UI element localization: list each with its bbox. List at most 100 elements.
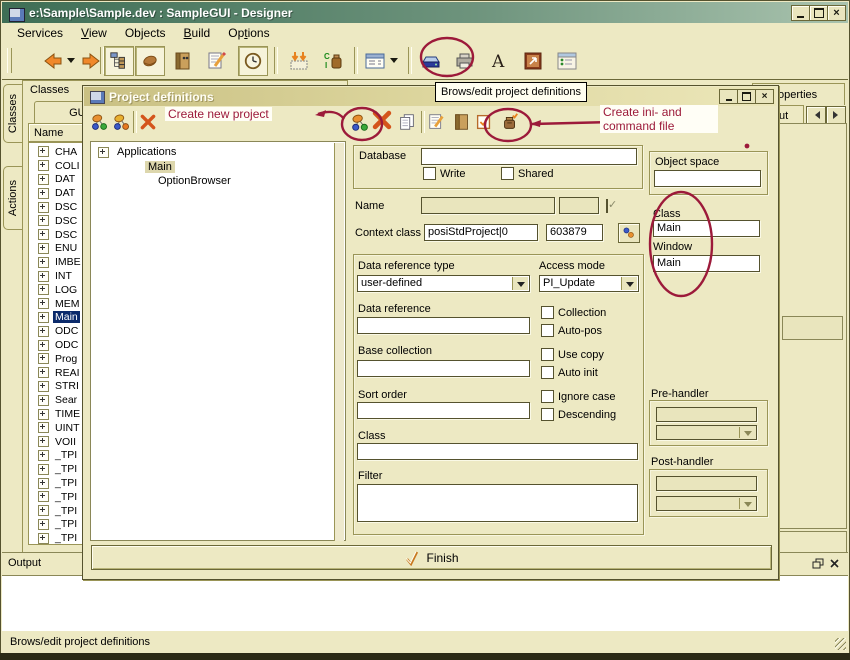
context-class-id-input[interactable]: 603879 (546, 224, 603, 241)
expand-icon[interactable] (38, 202, 49, 213)
image-viewer-button[interactable] (520, 48, 546, 74)
expand-icon[interactable] (38, 271, 49, 282)
expand-icon[interactable] (38, 505, 49, 516)
tree-link-button[interactable] (111, 111, 133, 133)
project-tree-row[interactable]: Applications (91, 145, 345, 160)
class-input[interactable] (357, 443, 638, 460)
edit-button[interactable] (204, 48, 230, 74)
shared-checkbox[interactable]: Shared (501, 167, 553, 180)
font-button[interactable]: A (486, 48, 512, 74)
expand-icon[interactable] (38, 188, 49, 199)
project-definitions-button[interactable] (418, 48, 444, 74)
eraser-button[interactable] (135, 46, 165, 76)
menu-item[interactable]: Services (8, 24, 72, 42)
expand-icon[interactable] (38, 367, 49, 378)
output-float-button[interactable] (810, 556, 825, 571)
book-button[interactable] (170, 48, 196, 74)
auto-init-checkbox[interactable]: Auto init (541, 366, 598, 379)
menu-item[interactable]: View (72, 24, 116, 42)
import-export-button[interactable] (286, 48, 312, 74)
output-console[interactable] (2, 575, 848, 633)
create-new-project-button[interactable] (349, 111, 371, 133)
project-tree-row[interactable]: OptionBrowser (91, 174, 345, 189)
resize-grip[interactable] (835, 638, 846, 650)
delete-project-button[interactable] (371, 109, 393, 131)
create-ini-command-button[interactable] (499, 111, 521, 133)
expand-icon[interactable] (38, 353, 49, 364)
expand-icon[interactable] (38, 395, 49, 406)
class-info-button[interactable]: C I (320, 48, 346, 74)
form-list-dropdown[interactable] (390, 58, 398, 67)
expand-icon[interactable] (38, 326, 49, 337)
data-reference-input[interactable] (357, 317, 530, 334)
clock-button[interactable] (238, 46, 268, 76)
access-mode-select[interactable]: PI_Update (539, 275, 639, 292)
expand-icon[interactable] (38, 160, 49, 171)
expand-icon[interactable] (38, 450, 49, 461)
minimize-button[interactable] (791, 5, 810, 21)
write-checkbox[interactable]: Write (423, 167, 465, 180)
form-list-button[interactable] (362, 48, 388, 74)
expand-icon[interactable] (38, 174, 49, 185)
database-input[interactable] (421, 148, 637, 165)
chevron-down-icon[interactable] (621, 277, 637, 290)
maximize-button[interactable] (809, 5, 828, 21)
copy-button[interactable] (396, 111, 418, 133)
properties-field[interactable] (782, 316, 843, 340)
close-button[interactable]: × (827, 5, 846, 21)
expand-icon[interactable] (38, 422, 49, 433)
expand-icon[interactable] (38, 409, 49, 420)
tab-scroll-left-button[interactable] (806, 106, 826, 124)
context-class-browse-button[interactable] (618, 223, 640, 243)
expand-icon[interactable] (38, 146, 49, 157)
book-button[interactable] (451, 111, 473, 133)
expand-icon[interactable] (38, 436, 49, 447)
menu-item[interactable]: Build (175, 24, 220, 42)
use-copy-checkbox[interactable]: Use copy (541, 348, 604, 361)
base-collection-input[interactable] (357, 360, 530, 377)
check-definition-button[interactable] (473, 111, 495, 133)
tab-scroll-right-button[interactable] (826, 106, 846, 124)
expand-icon[interactable] (38, 533, 49, 544)
dialog-minimize-button[interactable] (719, 89, 738, 104)
expand-icon[interactable] (38, 464, 49, 475)
expand-icon[interactable] (38, 298, 49, 309)
sort-order-input[interactable] (357, 402, 530, 419)
dialog-close-button[interactable]: × (755, 89, 774, 104)
form-editor-button[interactable] (554, 48, 580, 74)
project-tree-row[interactable]: Main (91, 160, 345, 175)
window-input[interactable]: Main (653, 255, 760, 272)
target-class-input[interactable]: Main (653, 220, 760, 237)
tree-delete-button[interactable] (137, 111, 159, 133)
expand-icon[interactable] (38, 491, 49, 502)
tree-new-button[interactable] (89, 111, 111, 133)
object-space-input[interactable] (654, 170, 761, 187)
data-reference-type-select[interactable]: user-defined (357, 275, 530, 292)
auto-pos-checkbox[interactable]: Auto-pos (541, 324, 602, 337)
expand-icon[interactable] (38, 229, 49, 240)
dialog-maximize-button[interactable] (737, 89, 756, 104)
expand-icon[interactable] (38, 284, 49, 295)
context-class-input[interactable]: posiStdProject|0 (424, 224, 538, 241)
output-close-button[interactable] (827, 556, 842, 571)
menu-item[interactable]: Objects (116, 24, 175, 42)
expand-icon[interactable] (38, 381, 49, 392)
vtab-classes[interactable]: Classes (3, 84, 22, 143)
descending-checkbox[interactable]: Descending (541, 408, 616, 421)
filter-textarea[interactable] (357, 484, 638, 522)
printer-button[interactable] (452, 48, 478, 74)
class-hierarchy-button[interactable] (104, 46, 134, 76)
finish-button[interactable]: Finish (91, 545, 772, 570)
vtab-actions[interactable]: Actions (3, 166, 22, 230)
chevron-down-icon[interactable] (512, 277, 528, 290)
ignore-case-checkbox[interactable]: Ignore case (541, 390, 615, 403)
back-history-dropdown[interactable] (67, 58, 75, 67)
expand-icon[interactable] (38, 215, 49, 226)
tree-scrollbar[interactable] (334, 143, 344, 541)
collection-checkbox[interactable]: Collection (541, 306, 606, 319)
expand-icon[interactable] (38, 478, 49, 489)
expand-icon[interactable] (38, 519, 49, 530)
expand-icon[interactable] (38, 312, 49, 323)
expand-icon[interactable] (38, 340, 49, 351)
back-button[interactable] (40, 48, 66, 74)
